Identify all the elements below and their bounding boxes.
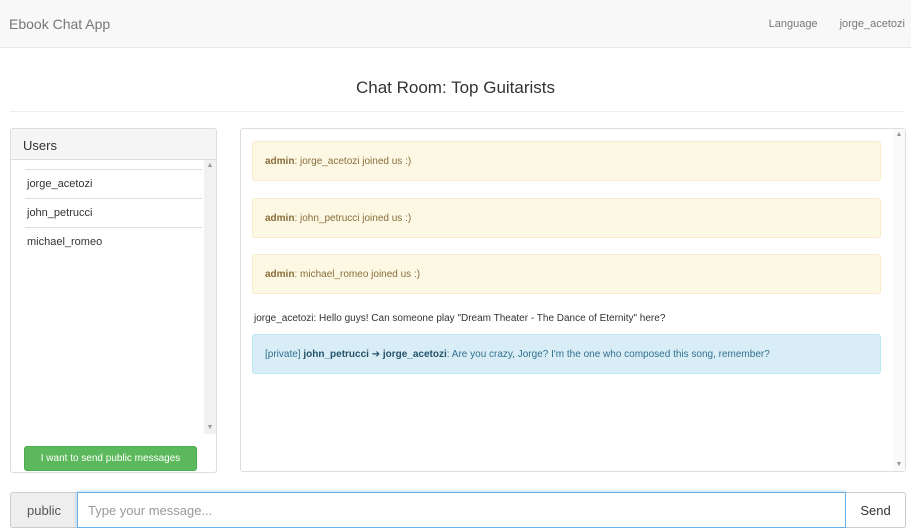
system-message: admin: michael_romeo joined us :): [252, 254, 881, 294]
system-message: admin: john_petrucci joined us :): [252, 198, 881, 238]
language-menu[interactable]: Language: [769, 18, 818, 30]
message-composer: public Send: [10, 492, 906, 528]
message-author: admin: [265, 269, 295, 280]
message-input[interactable]: [77, 492, 846, 528]
users-panel: Users jorge_acetozi john_petrucci michae…: [10, 128, 217, 473]
scroll-up-icon[interactable]: ▲: [204, 160, 216, 172]
message-author: admin: [265, 213, 295, 224]
user-menu[interactable]: jorge_acetozi: [840, 18, 905, 30]
message-mode-label: public: [10, 492, 77, 528]
scroll-down-icon[interactable]: ▼: [204, 422, 216, 434]
navbar-right: Language jorge_acetozi: [769, 18, 905, 30]
message-from-to: john_petrucci ➔ jorge_acetozi: [303, 349, 447, 360]
message-text: john_petrucci joined us :): [297, 213, 412, 224]
chat-scrollbar[interactable]: ▲ ▼: [893, 129, 905, 471]
user-list-item[interactable]: michael_romeo: [25, 227, 202, 256]
user-list-item[interactable]: jorge_acetozi: [25, 169, 202, 198]
navbar: Ebook Chat App Language jorge_acetozi: [0, 0, 911, 48]
message-text: Are you crazy, Jorge? I'm the one who co…: [449, 349, 770, 360]
message-text: michael_romeo joined us :): [297, 269, 421, 280]
send-public-messages-button[interactable]: I want to send public messages: [24, 446, 197, 471]
send-button[interactable]: Send: [846, 492, 906, 528]
private-tag: [private]: [265, 349, 301, 360]
user-list-item[interactable]: john_petrucci: [25, 198, 202, 227]
message-author: admin: [265, 156, 295, 167]
page-title: Chat Room: Top Guitarists: [355, 78, 556, 97]
scroll-down-icon[interactable]: ▼: [893, 459, 905, 471]
system-message: admin: jorge_acetozi joined us :): [252, 141, 881, 181]
users-panel-heading: Users: [11, 129, 216, 160]
app-brand[interactable]: Ebook Chat App: [9, 16, 110, 32]
users-list-scrollbar[interactable]: ▲ ▼: [204, 160, 216, 434]
chat-messages-panel: admin: jorge_acetozi joined us :) admin:…: [240, 128, 906, 472]
users-list[interactable]: jorge_acetozi john_petrucci michael_rome…: [11, 160, 216, 434]
message-text: jorge_acetozi joined us :): [297, 156, 412, 167]
public-message: jorge_acetozi: Hello guys! Can someone p…: [254, 313, 666, 324]
scroll-up-icon[interactable]: ▲: [893, 129, 905, 141]
private-message: [private] john_petrucci ➔ jorge_acetozi:…: [252, 334, 881, 374]
title-divider: [10, 111, 905, 112]
